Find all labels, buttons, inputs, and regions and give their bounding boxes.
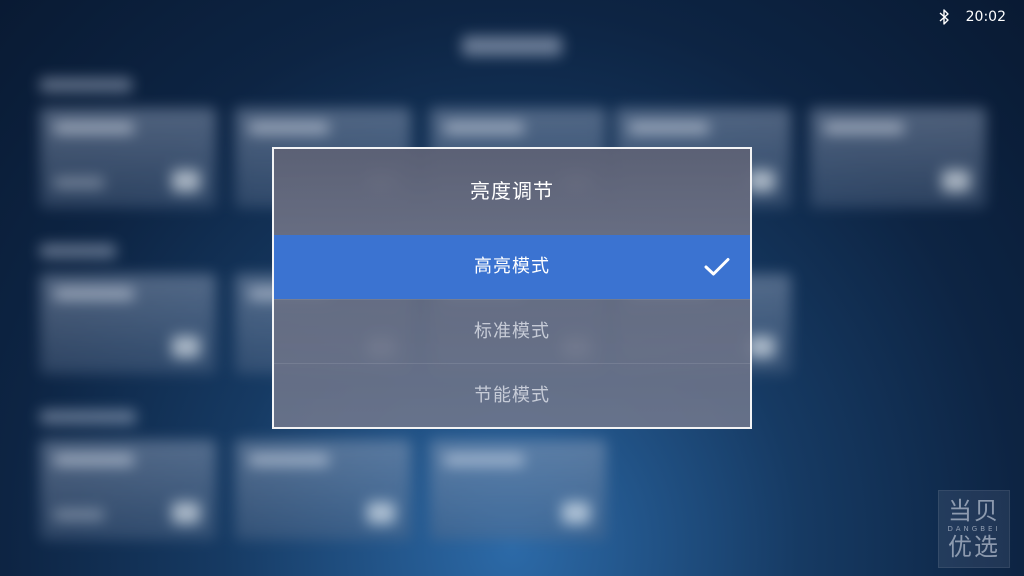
option-high-brightness[interactable]: 高亮模式 — [274, 235, 750, 299]
option-standard[interactable]: 标准模式 — [274, 299, 750, 363]
bg-card — [40, 274, 216, 374]
bg-card — [235, 440, 411, 540]
bg-card — [810, 108, 986, 208]
dialog-title: 亮度调节 — [274, 149, 750, 235]
check-icon — [704, 258, 730, 276]
status-bar: 20:02 — [938, 7, 1006, 27]
bg-section-header — [40, 244, 116, 258]
watermark-line1: 当贝 — [948, 497, 1000, 525]
bg-page-title-placeholder — [462, 36, 562, 56]
bg-section-header — [40, 78, 132, 92]
option-power-saving[interactable]: 节能模式 — [274, 363, 750, 427]
clock-time: 20:02 — [965, 9, 1006, 25]
brightness-dialog: 亮度调节 高亮模式 标准模式 节能模式 — [272, 147, 752, 429]
bluetooth-icon — [939, 9, 949, 25]
bg-card — [40, 440, 216, 540]
option-label: 节能模式 — [474, 385, 550, 406]
watermark-line3: 优选 — [948, 533, 1000, 561]
bg-section-header — [40, 410, 136, 424]
option-label: 标准模式 — [474, 321, 550, 342]
option-label: 高亮模式 — [474, 256, 550, 277]
bg-card — [40, 108, 216, 208]
dangbei-watermark: 当贝 DANGBEI 优选 — [938, 490, 1010, 568]
bg-card — [430, 440, 606, 540]
